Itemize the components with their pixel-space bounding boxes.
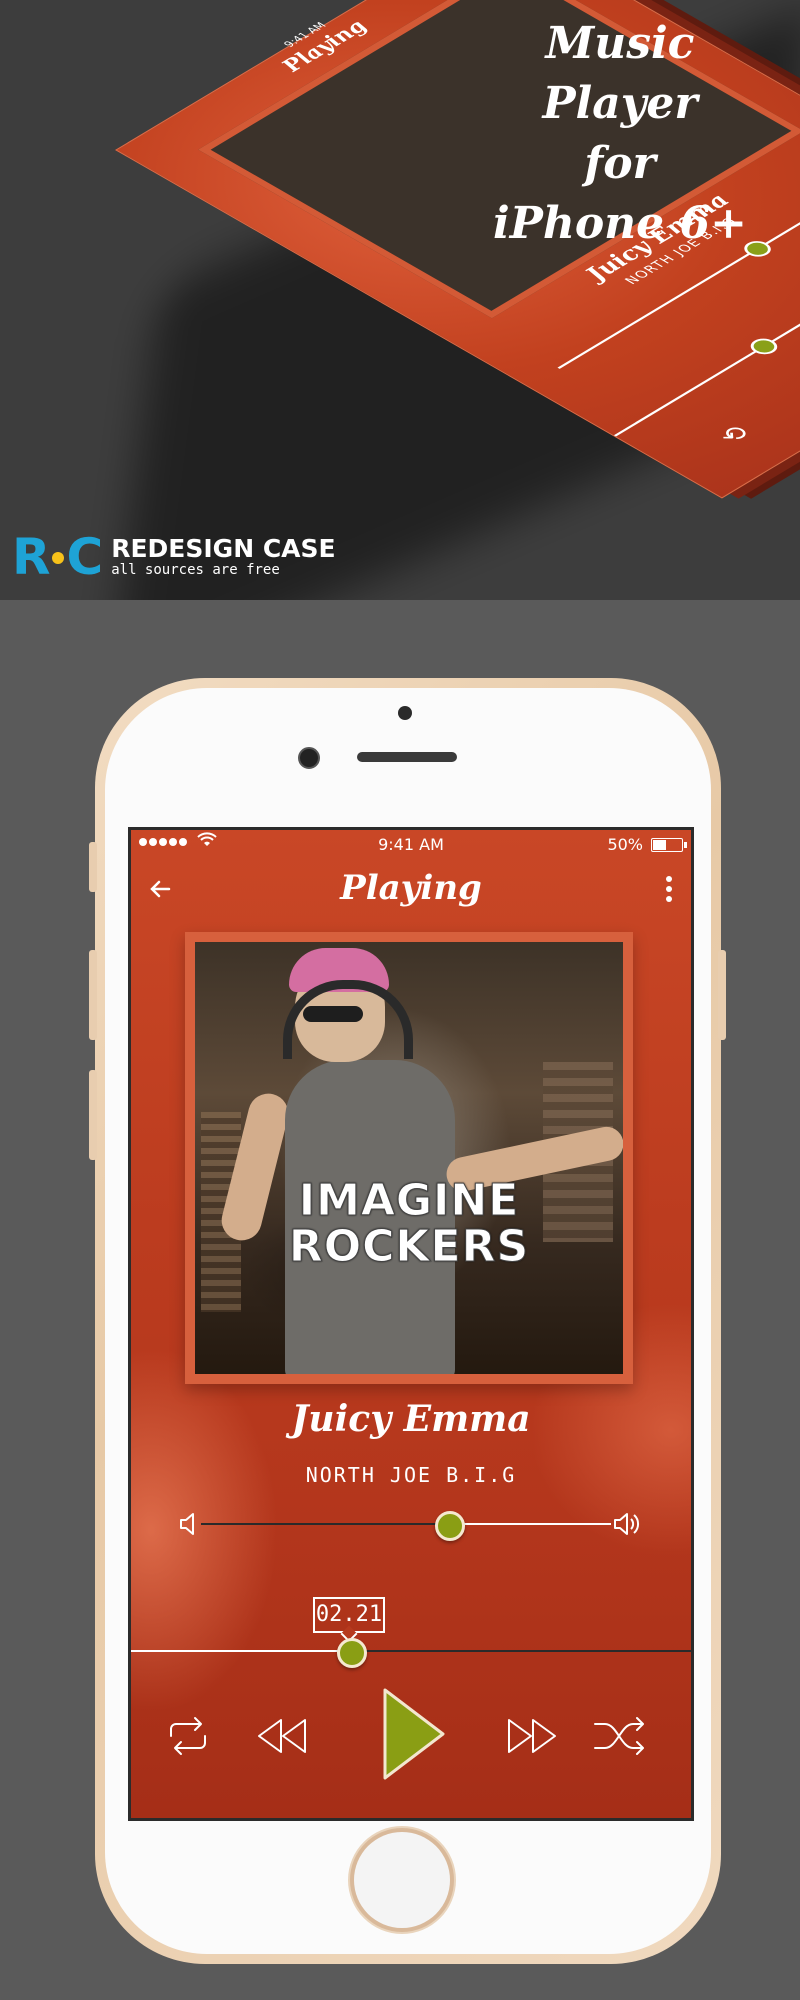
logo-name: REDESIGN CASE	[111, 534, 336, 563]
page-title: Playing	[340, 868, 482, 908]
play-button[interactable]	[379, 1682, 449, 1786]
status-bar: 9:41 AM 50%	[131, 830, 691, 858]
volume-down-button	[89, 1070, 97, 1160]
playback-controls	[131, 1682, 691, 1792]
volume-high-icon[interactable]	[613, 1510, 643, 1538]
player-screen: 9:41 AM 50% Playing IMAGINE ROCKERS Juic…	[128, 827, 694, 1821]
album-art-frame: IMAGINE ROCKERS	[185, 932, 633, 1384]
logo-tagline: all sources are free	[111, 562, 280, 578]
volume-knob[interactable]	[435, 1511, 465, 1541]
shuffle-icon	[594, 1717, 644, 1755]
album-art-band-line-2: ROCKERS	[288, 1221, 530, 1272]
repeat-icon	[170, 1717, 206, 1755]
volume-fill	[201, 1523, 447, 1525]
battery-percent: 50%	[607, 835, 643, 854]
logo-mark-c: C	[66, 528, 104, 586]
front-camera	[298, 747, 320, 769]
album-art-band-name: IMAGINE ROCKERS	[195, 1175, 623, 1272]
logo-mark-r: R	[12, 528, 50, 586]
banner-title-line-2: for	[584, 138, 656, 189]
power-button	[718, 950, 726, 1040]
shuffle-button[interactable]	[593, 1714, 649, 1758]
seek-knob[interactable]	[337, 1638, 367, 1668]
rewind-icon	[258, 1719, 306, 1753]
battery-fill	[653, 840, 666, 850]
redesign-case-logo: RC REDESIGN CASE all sources are free	[12, 532, 336, 582]
rewind-button[interactable]	[255, 1714, 309, 1758]
volume-slider[interactable]	[201, 1511, 611, 1541]
seek-bar[interactable]	[131, 1638, 691, 1668]
logo-dot	[51, 551, 64, 564]
seek-fill	[131, 1650, 349, 1652]
more-vertical-icon	[659, 876, 679, 902]
more-options-button[interactable]	[659, 876, 679, 904]
current-time-tooltip: 02.21	[313, 1597, 385, 1633]
fast-forward-icon	[508, 1719, 556, 1753]
logo-text: REDESIGN CASE all sources are free	[111, 534, 336, 579]
artist-name: NORTH JOE B.I.G	[305, 1463, 517, 1487]
fast-forward-button[interactable]	[505, 1714, 559, 1758]
banner-title-line-1: Music Player	[542, 18, 698, 129]
promo-banner: 9:41 AM Playing Juicy Emma NORTH JOE B.I…	[0, 0, 800, 600]
battery-icon	[651, 838, 687, 852]
logo-mark: RC	[12, 532, 103, 582]
album-art-band-line-1: IMAGINE	[298, 1175, 520, 1226]
preview-repeat-icon: ⟲	[712, 422, 758, 449]
song-title: Juicy Emma	[291, 1398, 531, 1440]
banner-title: Music Player for iPhone 6+	[470, 14, 770, 254]
banner-title-line-3: iPhone 6+	[493, 198, 747, 249]
mute-switch	[89, 842, 97, 892]
camera-sensor	[398, 706, 412, 720]
home-button[interactable]	[354, 1832, 450, 1928]
volume-up-button	[89, 950, 97, 1040]
repeat-button[interactable]	[163, 1714, 213, 1758]
album-art-sunglasses	[303, 1006, 363, 1022]
play-icon	[383, 1688, 445, 1780]
album-art: IMAGINE ROCKERS	[195, 942, 623, 1374]
volume-low-icon[interactable]	[179, 1510, 197, 1538]
earpiece-speaker	[357, 752, 457, 762]
